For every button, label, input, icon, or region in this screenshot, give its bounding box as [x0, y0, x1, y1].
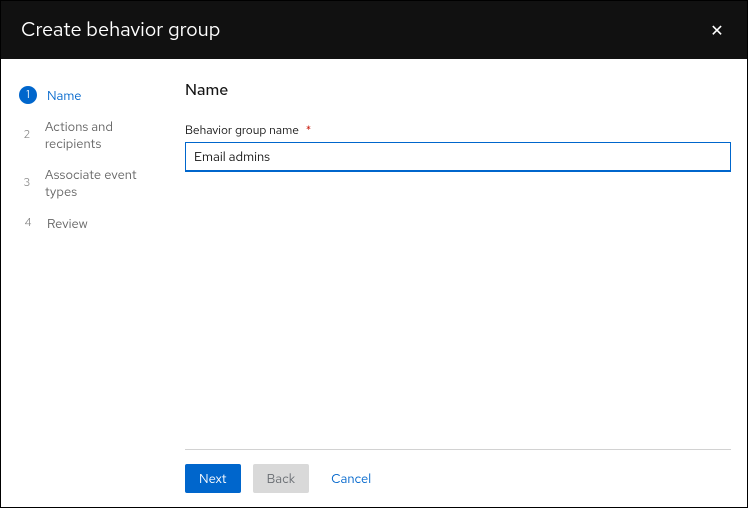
step-number: 4	[19, 214, 37, 232]
required-indicator: *	[306, 122, 311, 138]
wizard-step-events[interactable]: 3 Associate event types	[19, 159, 157, 207]
page-title: Name	[185, 79, 731, 100]
cancel-button[interactable]: Cancel	[321, 464, 381, 493]
step-label: Associate event types	[45, 166, 157, 200]
close-icon[interactable]: ✕	[707, 20, 727, 40]
behavior-group-name-input[interactable]	[185, 142, 731, 172]
field-label: Behavior group name *	[185, 122, 731, 138]
step-label: Name	[47, 87, 82, 104]
step-number: 3	[19, 174, 35, 192]
modal-title: Create behavior group	[21, 17, 220, 43]
field-group: Behavior group name *	[185, 122, 731, 172]
step-label: Actions and recipients	[45, 118, 157, 152]
wizard-step-name[interactable]: 1 Name	[19, 79, 157, 111]
step-number: 2	[19, 126, 35, 144]
wizard-step-review[interactable]: 4 Review	[19, 207, 157, 239]
modal-body: 1 Name 2 Actions and recipients 3 Associ…	[1, 59, 747, 507]
back-button[interactable]: Back	[253, 464, 310, 493]
wizard-sidebar: 1 Name 2 Actions and recipients 3 Associ…	[1, 59, 169, 507]
content-area: Name Behavior group name *	[185, 79, 731, 449]
field-label-text: Behavior group name	[185, 122, 299, 138]
modal-header: Create behavior group ✕	[1, 1, 747, 59]
wizard-main: Name Behavior group name * Next Back Can…	[169, 59, 747, 507]
next-button[interactable]: Next	[185, 464, 241, 493]
wizard-footer: Next Back Cancel	[185, 449, 731, 507]
step-label: Review	[47, 215, 88, 232]
wizard-step-actions[interactable]: 2 Actions and recipients	[19, 111, 157, 159]
step-number: 1	[19, 86, 37, 104]
